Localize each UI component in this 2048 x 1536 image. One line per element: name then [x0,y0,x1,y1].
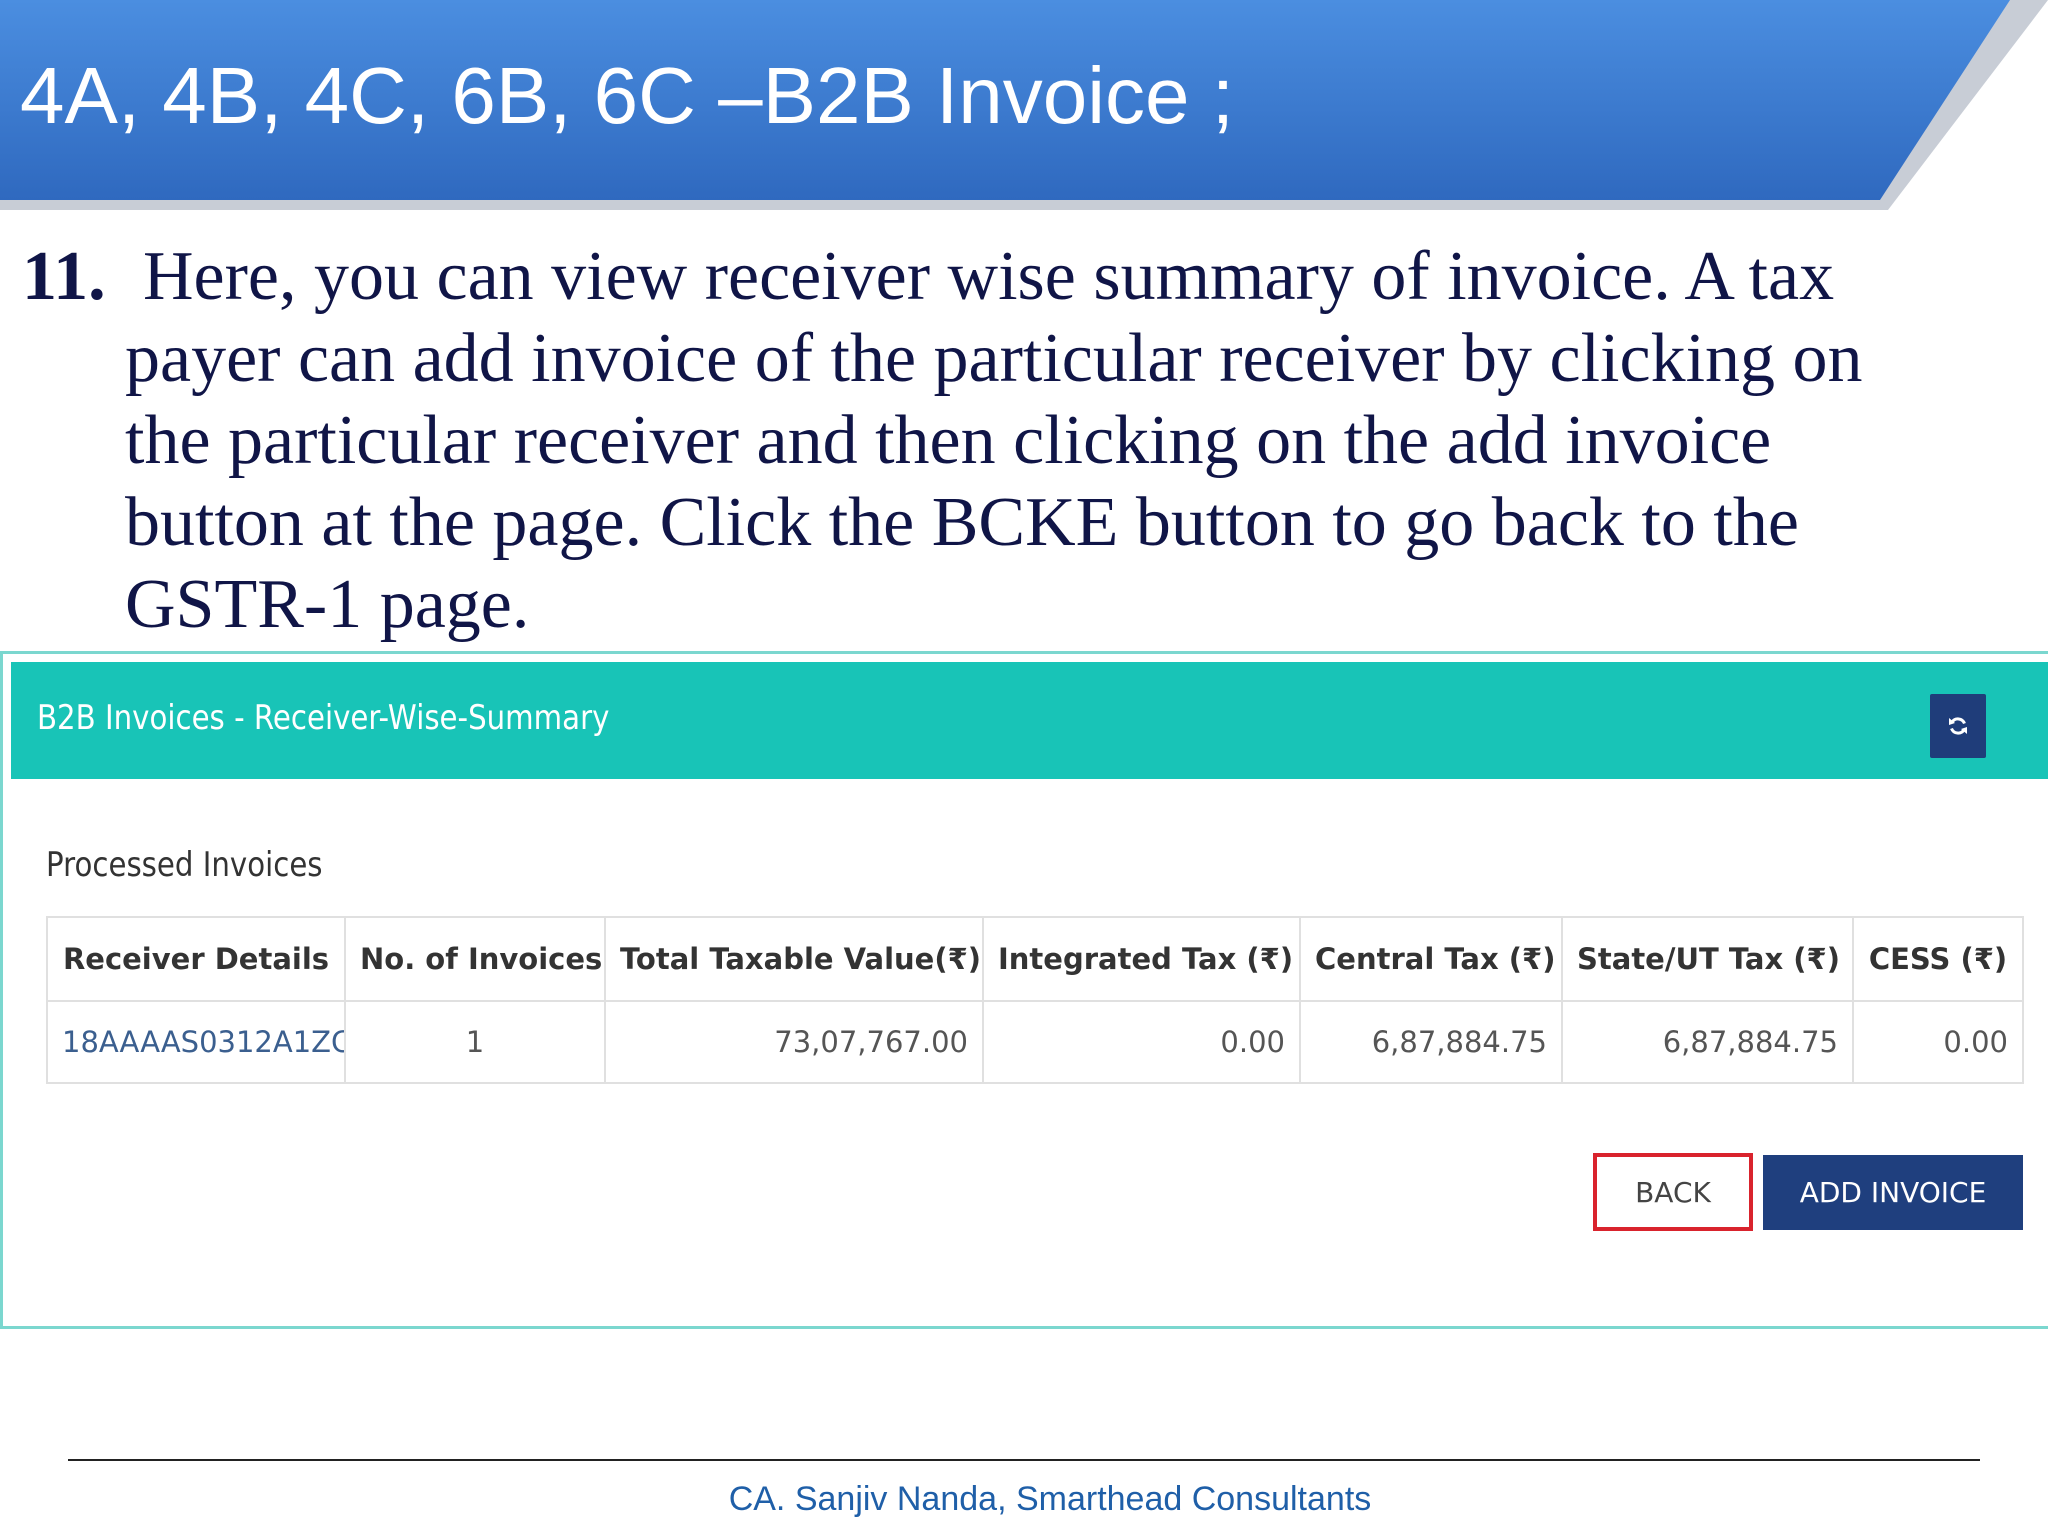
receiver-summary-table: Receiver Details No. of Invoices Total T… [46,916,2024,1084]
step-line-5: GSTR-1 page. [125,566,530,643]
title-banner: 4A, 4B, 4C, 6B, 6C –B2B Invoice ; [0,0,2048,210]
column-header-central-tax: Central Tax (₹) [1299,916,1563,1002]
table-header-row: Receiver Details No. of Invoices Total T… [46,916,2024,1002]
column-header-total-taxable-value: Total Taxable Value(₹) [604,916,984,1002]
add-invoice-button[interactable]: ADD INVOICE [1763,1155,2023,1230]
b2b-summary-panel: B2B Invoices - Receiver-Wise-Summary Pro… [0,651,2048,1329]
column-header-no-of-invoices: No. of Invoices [344,916,606,1002]
column-header-state-ut-tax: State/UT Tax (₹) [1561,916,1854,1002]
step-line-3: the particular receiver and then clickin… [125,402,1772,479]
step-instructions: 11. Here, you can view receiver wise sum… [22,236,2012,646]
slide-title: 4A, 4B, 4C, 6B, 6C –B2B Invoice ; [20,51,1234,140]
state-ut-tax-cell: 6,87,884.75 [1561,1000,1854,1084]
step-line-1: Here, you can view receiver wise summary… [143,238,1835,315]
step-number: 11. [22,238,106,315]
cess-cell: 0.00 [1852,1000,2024,1084]
receiver-gstin-link[interactable]: 18AAAAS0312A1ZC [46,1000,346,1084]
section-title-processed-invoices: Processed Invoices [46,845,323,885]
step-line-2: payer can add invoice of the particular … [125,320,1863,397]
column-header-cess: CESS (₹) [1852,916,2024,1002]
refresh-icon [1949,717,1967,735]
column-header-receiver-details: Receiver Details [46,916,346,1002]
panel-header: B2B Invoices - Receiver-Wise-Summary [11,662,2048,779]
refresh-button[interactable] [1930,694,1986,758]
integrated-tax-cell: 0.00 [982,1000,1301,1084]
back-button[interactable]: BACK [1593,1153,1753,1231]
taxable-value-cell: 73,07,767.00 [604,1000,984,1084]
column-header-integrated-tax: Integrated Tax (₹) [982,916,1301,1002]
step-line-4: button at the page. Click the BCKE butto… [125,484,1799,561]
footer-divider [68,1459,1980,1461]
footer-credit: CA. Sanjiv Nanda, Smarthead Consultants [728,1480,1372,1518]
table-row[interactable]: 18AAAAS0312A1ZC 1 73,07,767.00 0.00 6,87… [46,1000,2024,1084]
invoice-count-cell: 1 [344,1000,606,1084]
central-tax-cell: 6,87,884.75 [1299,1000,1563,1084]
panel-title: B2B Invoices - Receiver-Wise-Summary [37,698,610,738]
